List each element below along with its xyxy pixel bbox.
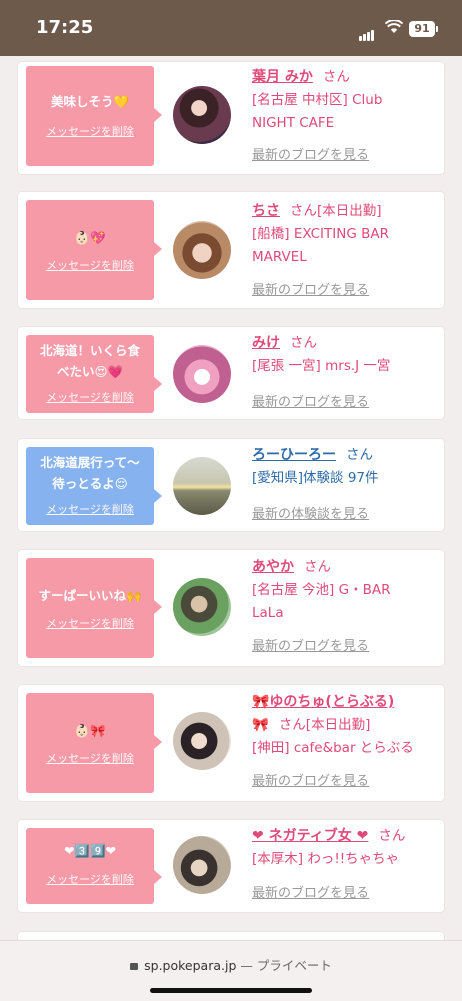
latest-blog-link[interactable]: 最新のブログを見る <box>252 279 369 298</box>
delete-message-link[interactable]: メッセージを削除 <box>26 871 154 887</box>
delete-message-link[interactable]: メッセージを削除 <box>26 257 154 273</box>
user-name-cont: 🎀 <box>252 717 269 733</box>
signal-icon <box>359 22 375 41</box>
message-bubble: 北海道！いくら食 べたい😍💗 メッセージを削除 <box>26 335 162 413</box>
honorific: さん[本日出勤] <box>278 717 371 733</box>
user-name-link[interactable]: ❤ ネガティブ女 ❤ <box>252 828 368 844</box>
message-bubble: 👶🏻🎀 メッセージを削除 <box>26 693 162 793</box>
message-bubble: すーぱーいいね🙌 メッセージを削除 <box>26 558 162 658</box>
message-text: 👶🏻🎀 <box>74 723 106 738</box>
latest-blog-link[interactable]: 最新のブログを見る <box>252 770 369 789</box>
delete-message-link[interactable]: メッセージを削除 <box>26 501 154 517</box>
list-item[interactable]: すーぱーいいね🙌 メッセージを削除 あやか さん [名古屋 今池] G・BAR L… <box>18 550 444 666</box>
wifi-icon <box>384 19 404 38</box>
message-bubble: 👶🏻💖 メッセージを削除 <box>26 200 162 300</box>
honorific: さん <box>346 447 373 463</box>
avatar[interactable] <box>173 345 231 403</box>
user-name-link[interactable]: 葉月 みか <box>252 69 313 85</box>
browser-url-bar[interactable]: sp.pokepara.jp — プライベート <box>0 940 462 1001</box>
shop-line: [名古屋 今池] G・BAR <box>252 582 391 598</box>
shop-line: [本厚木] わっ!!ちゃちゃ <box>252 851 400 867</box>
message-text: 美味しそう💛 <box>50 94 130 109</box>
shop-line: MARVEL <box>252 249 307 265</box>
honorific: さん[本日出勤] <box>290 203 382 219</box>
honorific: さん <box>290 335 317 351</box>
delete-message-link[interactable]: メッセージを削除 <box>26 123 154 139</box>
user-name-link[interactable]: みけ <box>252 335 280 351</box>
list-item[interactable]: 👶🏻💖 メッセージを削除 ちさ さん[本日出勤] [船橋] EXCITING BA… <box>18 192 444 308</box>
honorific: さん <box>322 69 350 85</box>
user-name-link[interactable]: 🎀ゆのちゅ(とらぶる) <box>252 694 394 710</box>
shop-line: NIGHT CAFE <box>252 115 335 131</box>
honorific: さん <box>378 828 406 844</box>
message-bubble: 美味しそう💛 メッセージを削除 <box>26 66 162 166</box>
shop-line: LaLa <box>252 605 284 621</box>
message-text: すーぱーいいね🙌 <box>38 588 142 603</box>
status-time: 17:25 <box>36 17 94 38</box>
message-bubble: ❤3️⃣9️⃣❤ メッセージを削除 <box>26 828 162 904</box>
list-item[interactable]: 👶🏻🎀 メッセージを削除 🎀ゆのちゅ(とらぶる) 🎀 さん[本日出勤] [神田] … <box>18 685 444 801</box>
message-text: 北海道！いくら食 べたい😍💗 <box>39 343 140 379</box>
avatar[interactable] <box>173 712 231 770</box>
private-label: — プライベート <box>240 958 332 973</box>
message-text: 👶🏻💖 <box>74 230 106 245</box>
delete-message-link[interactable]: メッセージを削除 <box>26 750 154 766</box>
delete-message-link[interactable]: メッセージを削除 <box>26 615 154 631</box>
message-list[interactable]: 美味しそう💛 メッセージを削除 葉月 みか さん [名古屋 中村区] Club N… <box>0 56 462 940</box>
shop-line: [船橋] EXCITING BAR <box>252 226 389 242</box>
latest-blog-link[interactable]: 最新のブログを見る <box>252 882 369 901</box>
list-item[interactable]: 美味しそう💛 メッセージを削除 葉月 みか さん [名古屋 中村区] Club N… <box>18 62 444 174</box>
shop-line: [神田] cafe&bar とらぶる <box>252 740 414 756</box>
avatar[interactable] <box>173 457 231 515</box>
avatar[interactable] <box>173 86 231 144</box>
home-indicator[interactable] <box>150 988 312 993</box>
lock-icon <box>130 963 139 970</box>
honorific: さん <box>304 559 331 575</box>
shop-line: [名古屋 中村区] Club <box>252 92 383 108</box>
list-item[interactable]: 北海道！いくら食 べたい😍💗 メッセージを削除 みけ さん [尾張 一宮] mrs… <box>18 327 444 419</box>
url-domain: sp.pokepara.jp <box>144 958 237 973</box>
list-item[interactable]: 北海道展行って〜 待っとるよ😌 メッセージを削除 ろーひーろー さん [愛知県]体… <box>18 439 444 531</box>
shop-line: [尾張 一宮] mrs.J 一宮 <box>252 358 391 374</box>
avatar[interactable] <box>173 836 231 894</box>
delete-message-link[interactable]: メッセージを削除 <box>26 389 154 405</box>
user-name-link[interactable]: あやか <box>252 559 294 575</box>
list-item[interactable]: ❤3️⃣9️⃣❤ メッセージを削除 ❤ ネガティブ女 ❤ さん [本厚木] わっ!… <box>18 820 444 912</box>
message-text: ❤3️⃣9️⃣❤ <box>63 843 117 858</box>
user-name-link[interactable]: ろーひーろー <box>252 447 336 463</box>
list-item[interactable] <box>18 932 444 940</box>
avatar[interactable] <box>173 578 231 636</box>
latest-blog-link[interactable]: 最新のブログを見る <box>252 144 369 163</box>
message-text: 北海道展行って〜 待っとるよ😌 <box>40 455 140 491</box>
message-bubble: 北海道展行って〜 待っとるよ😌 メッセージを削除 <box>26 447 162 525</box>
shop-line: [愛知県]体験談 97件 <box>252 470 379 486</box>
user-name-link[interactable]: ちさ <box>252 203 280 219</box>
latest-review-link[interactable]: 最新の体験談を見る <box>252 503 369 522</box>
avatar[interactable] <box>173 221 231 279</box>
latest-blog-link[interactable]: 最新のブログを見る <box>252 391 369 410</box>
latest-blog-link[interactable]: 最新のブログを見る <box>252 635 369 654</box>
battery-indicator: 91 <box>409 21 438 37</box>
status-bar: 17:25 91 <box>0 0 462 56</box>
